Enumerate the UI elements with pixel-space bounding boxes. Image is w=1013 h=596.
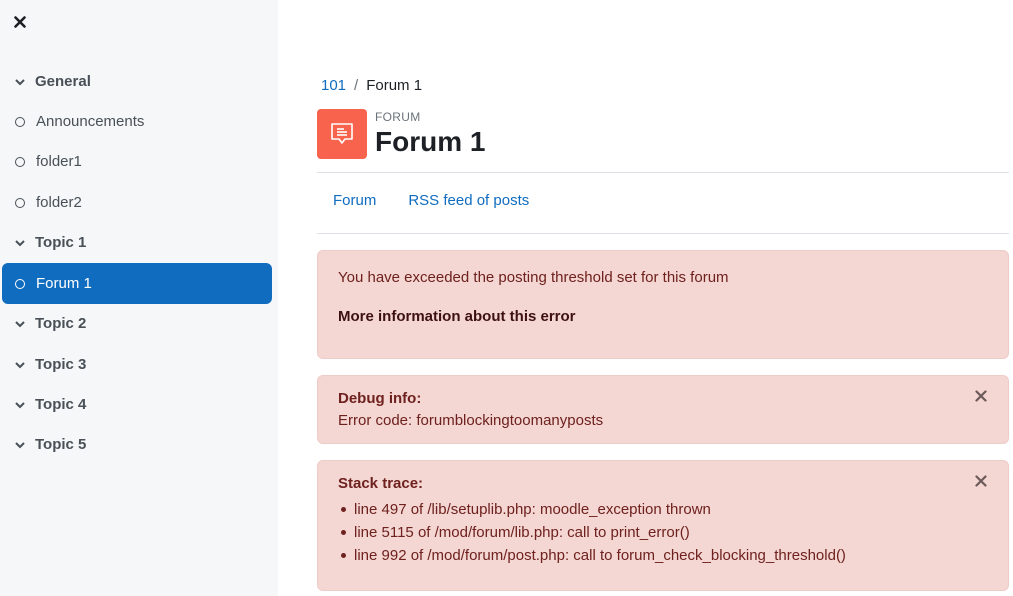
chevron-down-icon[interactable] xyxy=(14,237,26,249)
completion-circle-icon xyxy=(15,156,25,167)
section-label: General xyxy=(35,73,91,90)
chevron-down-icon[interactable] xyxy=(14,76,26,88)
stack-trace-line: line 992 of /mod/forum/post.php: call to… xyxy=(338,544,846,567)
section-topic-5[interactable]: Topic 5 xyxy=(2,424,272,465)
breadcrumb-course-link[interactable]: 101 xyxy=(321,77,346,94)
debug-info-title: Debug info: xyxy=(338,390,422,407)
activity-folder2[interactable]: folder2 xyxy=(2,182,272,223)
breadcrumb: 101 / Forum 1 xyxy=(321,77,422,94)
debug-info-alert: Debug info: Error code: forumblockingtoo… xyxy=(317,375,1009,444)
breadcrumb-separator: / xyxy=(354,77,359,94)
stack-trace-line: line 5115 of /mod/forum/lib.php: call to… xyxy=(338,521,846,544)
completion-circle-icon xyxy=(15,278,25,289)
forum-icon xyxy=(317,109,367,159)
section-topic-4[interactable]: Topic 4 xyxy=(2,384,272,425)
activity-folder1[interactable]: folder1 xyxy=(2,141,272,182)
tab-forum[interactable]: Forum xyxy=(333,192,376,209)
secondary-navigation: Forum RSS feed of posts xyxy=(333,192,529,209)
breadcrumb-current: Forum 1 xyxy=(366,77,423,94)
chevron-down-icon[interactable] xyxy=(14,439,26,451)
activity-label: folder2 xyxy=(36,194,82,211)
app-window: General Announcements folder1 folder2 To… xyxy=(0,0,1013,596)
section-label: Topic 1 xyxy=(35,234,87,251)
module-type-label: FORUM xyxy=(375,110,421,124)
dismiss-debug-button[interactable] xyxy=(974,389,988,406)
stack-trace-title: Stack trace: xyxy=(338,475,424,492)
section-topic-2[interactable]: Topic 2 xyxy=(2,303,272,344)
stack-trace-list: line 497 of /lib/setuplib.php: moodle_ex… xyxy=(338,498,846,567)
main-content: 101 / Forum 1 FORUM Forum 1 Forum RSS fe… xyxy=(317,0,1009,596)
close-icon xyxy=(975,389,987,406)
course-index-drawer: General Announcements folder1 folder2 To… xyxy=(0,0,278,596)
section-general[interactable]: General xyxy=(2,61,272,102)
section-topic-3[interactable]: Topic 3 xyxy=(2,344,272,385)
error-alert: You have exceeded the posting threshold … xyxy=(317,250,1009,359)
section-topic-1[interactable]: Topic 1 xyxy=(2,222,272,263)
error-message: You have exceeded the posting threshold … xyxy=(338,269,729,286)
dismiss-stack-button[interactable] xyxy=(974,474,988,491)
activity-announcements[interactable]: Announcements xyxy=(2,101,272,142)
stack-trace-alert: Stack trace: line 497 of /lib/setuplib.p… xyxy=(317,460,1009,591)
more-info-link[interactable]: More information about this error xyxy=(338,308,576,325)
divider xyxy=(317,172,1009,173)
section-label: Topic 2 xyxy=(35,315,87,332)
chevron-down-icon[interactable] xyxy=(14,318,26,330)
close-icon xyxy=(975,474,987,491)
completion-circle-icon xyxy=(15,116,25,127)
section-label: Topic 3 xyxy=(35,356,87,373)
activity-label: folder1 xyxy=(36,153,82,170)
close-drawer-button[interactable] xyxy=(10,14,30,34)
tab-rss-feed[interactable]: RSS feed of posts xyxy=(408,192,529,209)
close-icon xyxy=(14,15,26,33)
activity-label: Announcements xyxy=(36,113,145,130)
activity-forum-1[interactable]: Forum 1 xyxy=(2,263,272,304)
page-title: Forum 1 xyxy=(375,126,486,157)
error-code: Error code: forumblockingtoomanyposts xyxy=(338,412,604,429)
chevron-down-icon[interactable] xyxy=(14,359,26,371)
section-label: Topic 5 xyxy=(35,436,87,453)
completion-circle-icon xyxy=(15,197,25,208)
stack-trace-line: line 497 of /lib/setuplib.php: moodle_ex… xyxy=(338,498,846,521)
divider xyxy=(317,233,1009,234)
section-label: Topic 4 xyxy=(35,396,87,413)
activity-label: Forum 1 xyxy=(36,275,92,292)
chevron-down-icon[interactable] xyxy=(14,399,26,411)
